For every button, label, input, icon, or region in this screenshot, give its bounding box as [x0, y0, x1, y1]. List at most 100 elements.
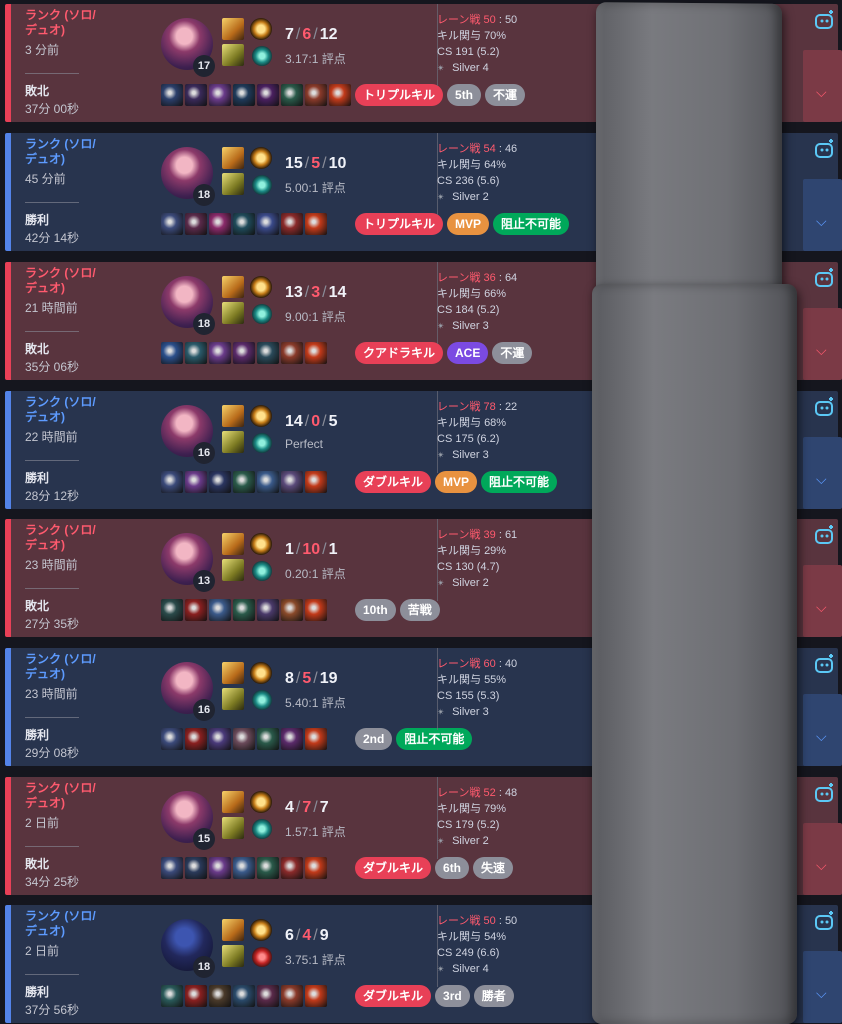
flash-spell-icon	[222, 919, 244, 941]
kp-value: 64%	[484, 159, 507, 171]
time-ago: 21 時間前	[25, 301, 78, 315]
tier-wings-icon: ✴	[437, 321, 445, 331]
lane-label: レーン戦 50	[437, 14, 496, 26]
expand-button[interactable]: ⌵	[803, 951, 842, 1023]
kill-participation: キル関与 68%	[437, 415, 517, 431]
ai-robot-icon[interactable]	[813, 137, 837, 161]
badge-tag: 3rd	[435, 985, 470, 1007]
item-icon	[161, 213, 183, 235]
match-meta: ランク (ソロ/デュオ) 2 日前	[25, 909, 103, 959]
kill-participation: キル関与 29%	[437, 543, 517, 559]
ai-robot-icon[interactable]	[813, 395, 837, 419]
teleport-spell-icon	[222, 302, 244, 324]
tier: ✴ Silver 4	[437, 60, 517, 76]
kp-value: 54%	[484, 931, 507, 943]
assists: 19	[319, 670, 338, 687]
expand-button[interactable]: ⌵	[803, 308, 842, 380]
item-icon	[185, 213, 207, 235]
item-icon	[257, 213, 279, 235]
teleport-spell-icon	[222, 688, 244, 710]
queue-type: ランク (ソロ/デュオ)	[25, 523, 96, 552]
item-icon	[209, 84, 231, 106]
card-actions: ⌵	[797, 391, 842, 509]
cs-value: 175 (6.2)	[455, 433, 500, 445]
cs-value: 184 (5.2)	[455, 304, 500, 316]
time-ago: 3 分前	[25, 43, 60, 57]
champion-level: 18	[193, 184, 215, 206]
lane-stat: レーン戦 39 : 61	[437, 529, 518, 541]
kills: 1	[285, 541, 294, 558]
expand-button[interactable]: ⌵	[803, 694, 842, 766]
lane-label-text: レーン戦	[437, 14, 481, 26]
match-meta: ランク (ソロ/デュオ) 23 時間前	[25, 652, 103, 702]
cs-stat: CS 249 (6.6)	[437, 945, 517, 961]
kda-slash: /	[295, 799, 301, 816]
card-actions: ⌵	[797, 905, 842, 1023]
cs-stat: CS 191 (5.2)	[437, 44, 517, 60]
kda-slash: /	[295, 927, 301, 944]
ai-robot-icon[interactable]	[813, 8, 837, 32]
item-icon	[305, 342, 327, 364]
cs-label: CS	[437, 819, 453, 831]
teleport-spell-icon	[222, 817, 244, 839]
ai-robot-icon[interactable]	[813, 266, 837, 290]
item-icon	[281, 213, 303, 235]
kill-participation: キル関与 54%	[437, 929, 517, 945]
lane-opponent-score: 64	[504, 272, 518, 284]
ai-robot-icon[interactable]	[813, 909, 837, 933]
match-stats: レーン戦 36 : 64 キル関与 66% CS 184 (5.2) ✴ Sil…	[437, 270, 517, 334]
kda-slash: /	[322, 541, 327, 558]
item-icon	[233, 342, 255, 364]
lane-score: 39	[483, 529, 496, 541]
flash-spell-icon	[222, 662, 244, 684]
kda-slash: /	[322, 413, 327, 430]
expand-button[interactable]: ⌵	[803, 437, 842, 509]
lane-opponent-score: 46	[504, 143, 518, 155]
kda-slash: /	[304, 413, 310, 430]
ai-robot-icon[interactable]	[813, 652, 837, 676]
flash-spell-icon	[222, 276, 244, 298]
time-ago: 22 時間前	[25, 430, 78, 444]
lane-label: レーン戦 39	[437, 529, 496, 541]
champion-level: 18	[193, 313, 215, 335]
tier: ✴ Silver 4	[437, 961, 517, 977]
kp-label: キル関与	[437, 545, 481, 557]
badge-tag: MVP	[447, 213, 490, 235]
champion-level: 18	[193, 956, 215, 978]
ai-robot-icon[interactable]	[813, 781, 837, 805]
kills: 6	[285, 927, 294, 944]
cs-stat: CS 236 (5.6)	[437, 173, 517, 189]
lane-label-text: レーン戦	[437, 915, 481, 927]
item-icon	[329, 84, 351, 106]
match-stats: レーン戦 54 : 46 キル関与 64% CS 236 (5.6) ✴ Sil…	[437, 141, 517, 205]
item-icon	[305, 84, 327, 106]
lane-label-text: レーン戦	[437, 658, 481, 670]
expand-button[interactable]: ⌵	[803, 565, 842, 637]
item-icon	[233, 728, 255, 750]
lane-label-text: レーン戦	[437, 787, 481, 799]
expand-button[interactable]: ⌵	[803, 179, 842, 251]
badge-list: トリプルキル 5th 不運	[355, 84, 526, 106]
badge-tag: クアドラキル	[355, 342, 444, 364]
cs-label: CS	[437, 690, 453, 702]
card-actions: ⌵	[797, 262, 842, 380]
tier-name: Silver 2	[452, 577, 489, 589]
item-icon	[161, 342, 183, 364]
chevron-down-icon: ⌵	[816, 471, 827, 487]
item-icon	[305, 471, 327, 493]
kda-ratio: 5.40:1 評点	[285, 696, 346, 710]
expand-button[interactable]: ⌵	[803, 823, 842, 895]
kp-value: 70%	[484, 30, 507, 42]
secondary-rune-icon	[252, 175, 272, 195]
assists: 5	[328, 413, 338, 430]
match-result: 勝利	[25, 213, 50, 227]
kills: 14	[285, 413, 303, 430]
kda-ratio: 9.00:1 評点	[285, 310, 346, 324]
cs-value: 179 (5.2)	[455, 819, 500, 831]
ai-robot-icon[interactable]	[813, 523, 837, 547]
item-icon	[281, 985, 303, 1007]
assists: 10	[328, 155, 347, 172]
expand-button[interactable]: ⌵	[803, 50, 842, 122]
lane-score: 60	[483, 658, 496, 670]
lane-label-text: レーン戦	[437, 143, 481, 155]
